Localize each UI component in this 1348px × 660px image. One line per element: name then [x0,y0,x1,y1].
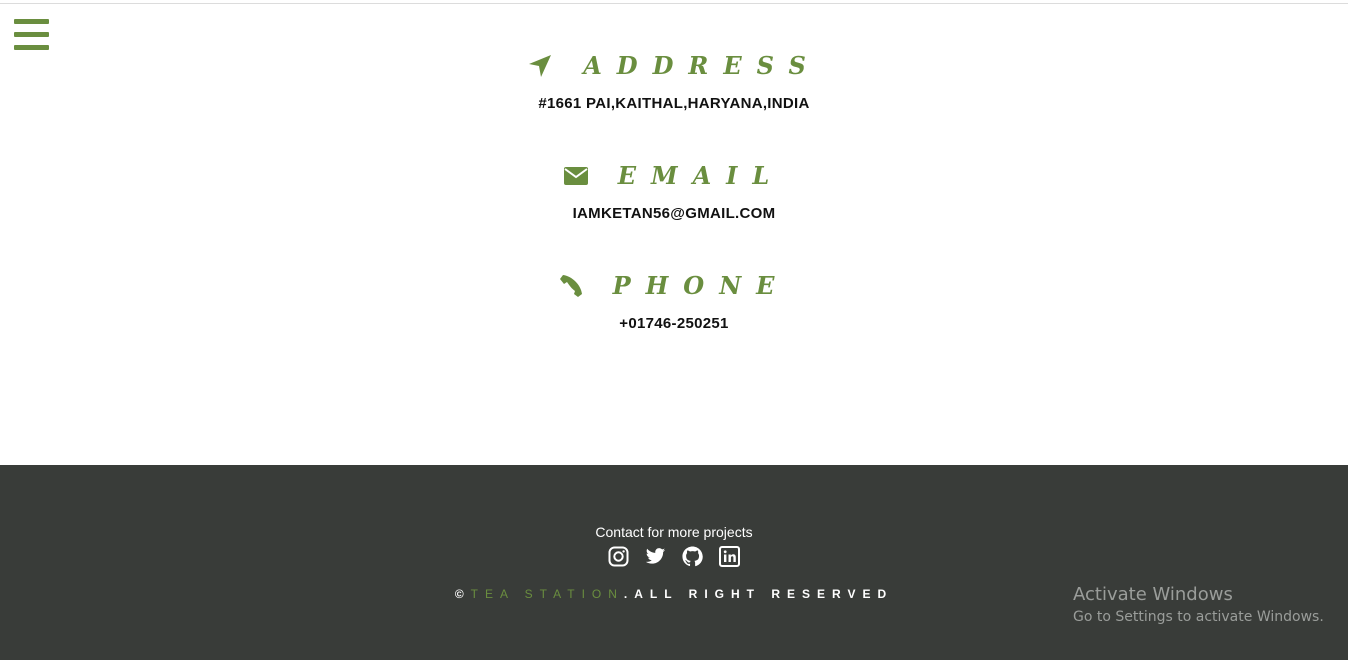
social-links [0,546,1348,567]
address-heading: ADDRESS [0,51,1348,81]
activate-windows-title: Activate Windows [1073,584,1233,605]
activate-windows-watermark: Activate Windows Go to Settings to activ… [1073,583,1324,627]
menu-bar-middle [14,32,49,37]
github-icon[interactable] [682,546,703,567]
menu-bar-top [14,19,49,24]
top-divider [0,3,1348,4]
phone-label: PHONE [612,271,790,300]
phone-heading: PHONE [0,271,1348,301]
brand-name: TEA STATION [470,587,624,601]
menu-bar-bottom [14,45,49,50]
copyright-symbol: © [454,587,471,601]
address-value: #1661 PAI,KAITHAL,HARYANA,INDIA [538,95,810,112]
phone-icon [559,275,582,297]
phone-block: PHONE +01746-250251 [0,271,1348,332]
address-block: ADDRESS #1661 PAI,KAITHAL,HARYANA,INDIA [0,51,1348,112]
activate-windows-subtitle: Go to Settings to activate Windows. [1073,609,1324,625]
envelope-icon [563,167,588,185]
location-arrow-icon [529,55,552,77]
footer-title: Contact for more projects [595,524,753,540]
address-label: ADDRESS [583,51,821,80]
hamburger-menu-icon[interactable] [14,19,49,50]
phone-value: +01746-250251 [619,315,729,332]
instagram-icon[interactable] [608,546,629,567]
rights-text: .ALL RIGHT RESERVED [623,587,894,601]
footer: Contact for more projects ©TEA STATION.A… [0,465,1348,660]
email-value: IAMKETAN56@GMAIL.COM [572,205,776,222]
email-heading: EMAIL [0,161,1348,191]
email-block: EMAIL IAMKETAN56@GMAIL.COM [0,161,1348,222]
twitter-icon[interactable] [645,546,666,567]
email-label: EMAIL [617,161,785,190]
linkedin-icon[interactable] [719,546,740,567]
